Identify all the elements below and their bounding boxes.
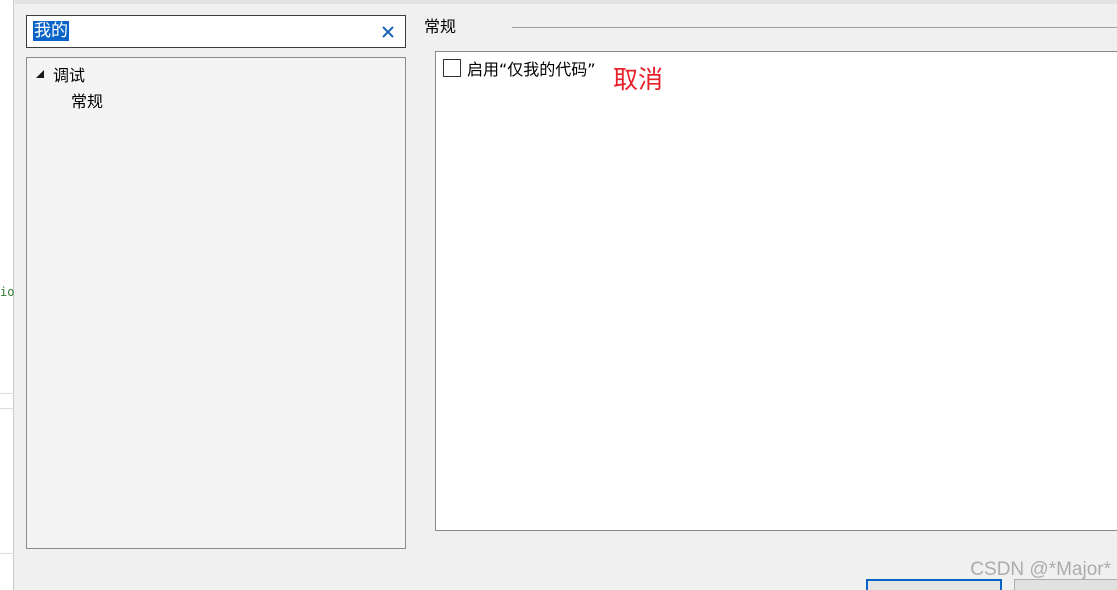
just-my-code-checkbox[interactable] [443,59,461,77]
close-icon [382,26,394,38]
tree-item-general[interactable]: 常规 [71,88,103,112]
tree-item-label: 常规 [71,92,104,111]
background-code-fragment: io [0,285,15,299]
just-my-code-option[interactable]: 启用“仅我的代码” [443,57,596,79]
background-editor-strip: io [0,0,14,590]
search-box[interactable]: 我的 [26,15,406,48]
section-title: 常规 [424,17,457,36]
search-input[interactable]: 我的 [33,19,363,44]
watermark: CSDN @*Major* [970,559,1111,580]
tree-item-label: 调试 [53,66,86,85]
options-dialog: io 我的 调试 常规 常规 启用“仅我的代码” 取消 CSDN @*Major… [0,0,1117,590]
background-divider [0,553,14,554]
dialog-top-edge [15,0,1117,4]
annotation-text: 取消 [613,65,664,94]
just-my-code-label: 启用“仅我的代码” [467,60,596,79]
tree-item-debugging[interactable]: 调试 [35,62,85,86]
options-content-panel: 启用“仅我的代码” [435,51,1117,531]
background-divider [0,408,14,409]
section-divider [512,27,1117,28]
background-divider [0,393,14,394]
triangle-expanded-icon[interactable] [35,69,45,79]
options-tree: 调试 常规 [26,57,406,549]
selected-search-text: 我的 [33,21,69,41]
clear-search-button[interactable] [377,21,399,43]
